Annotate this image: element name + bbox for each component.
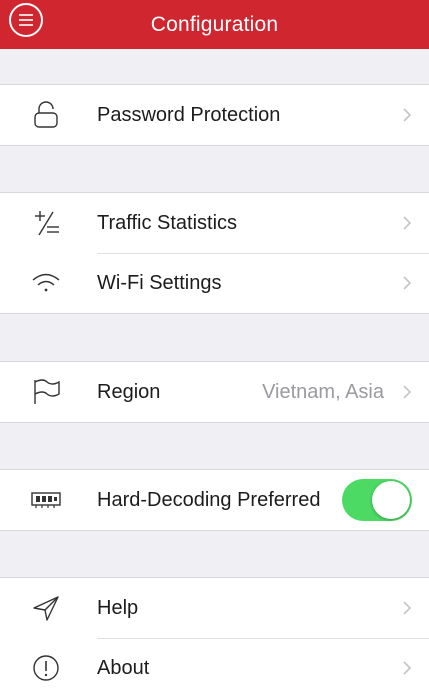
exclamation-circle-icon xyxy=(25,653,67,683)
help-label: Help xyxy=(97,596,139,619)
hamburger-circle-icon xyxy=(19,14,33,26)
traffic-statistics-label: Traffic Statistics xyxy=(97,211,238,234)
chip-icon xyxy=(25,485,67,515)
wifi-icon xyxy=(25,268,67,298)
region-row[interactable]: Region Vietnam, Asia xyxy=(0,362,429,422)
chevron-right-icon xyxy=(403,108,412,122)
lock-icon xyxy=(25,100,67,130)
password-protection-label: Password Protection xyxy=(97,103,281,126)
traffic-statistics-row[interactable]: Traffic Statistics xyxy=(0,193,429,253)
region-value: Vietnam, Asia xyxy=(262,380,384,403)
wifi-settings-label: Wi-Fi Settings xyxy=(97,271,222,294)
wifi-settings-row[interactable]: Wi-Fi Settings xyxy=(0,253,429,313)
toggle-knob xyxy=(372,481,410,519)
location-group: Region Vietnam, Asia xyxy=(0,361,429,423)
decoding-group: Hard-Decoding Preferred xyxy=(0,469,429,531)
chevron-right-icon xyxy=(403,385,412,399)
flag-icon xyxy=(25,377,67,407)
chevron-right-icon xyxy=(403,601,412,615)
password-protection-row[interactable]: Password Protection xyxy=(0,85,429,145)
security-group: Password Protection xyxy=(0,84,429,146)
page-title: Configuration xyxy=(150,12,279,36)
hard-decoding-toggle[interactable] xyxy=(342,479,412,521)
about-row[interactable]: About xyxy=(0,638,429,694)
hard-decoding-row: Hard-Decoding Preferred xyxy=(0,470,429,530)
app-header: Configuration xyxy=(0,0,429,49)
info-group: Help About xyxy=(0,577,429,694)
hard-decoding-label: Hard-Decoding Preferred xyxy=(97,488,321,511)
about-label: About xyxy=(97,656,150,679)
chevron-right-icon xyxy=(403,216,412,230)
region-label: Region xyxy=(97,380,161,403)
chevron-right-icon xyxy=(403,276,412,290)
plus-minus-icon xyxy=(25,208,67,238)
network-group: Traffic Statistics Wi-Fi Settings xyxy=(0,192,429,314)
chevron-right-icon xyxy=(403,661,412,675)
paper-plane-icon xyxy=(25,593,67,623)
menu-button[interactable] xyxy=(9,3,43,37)
help-row[interactable]: Help xyxy=(0,578,429,638)
